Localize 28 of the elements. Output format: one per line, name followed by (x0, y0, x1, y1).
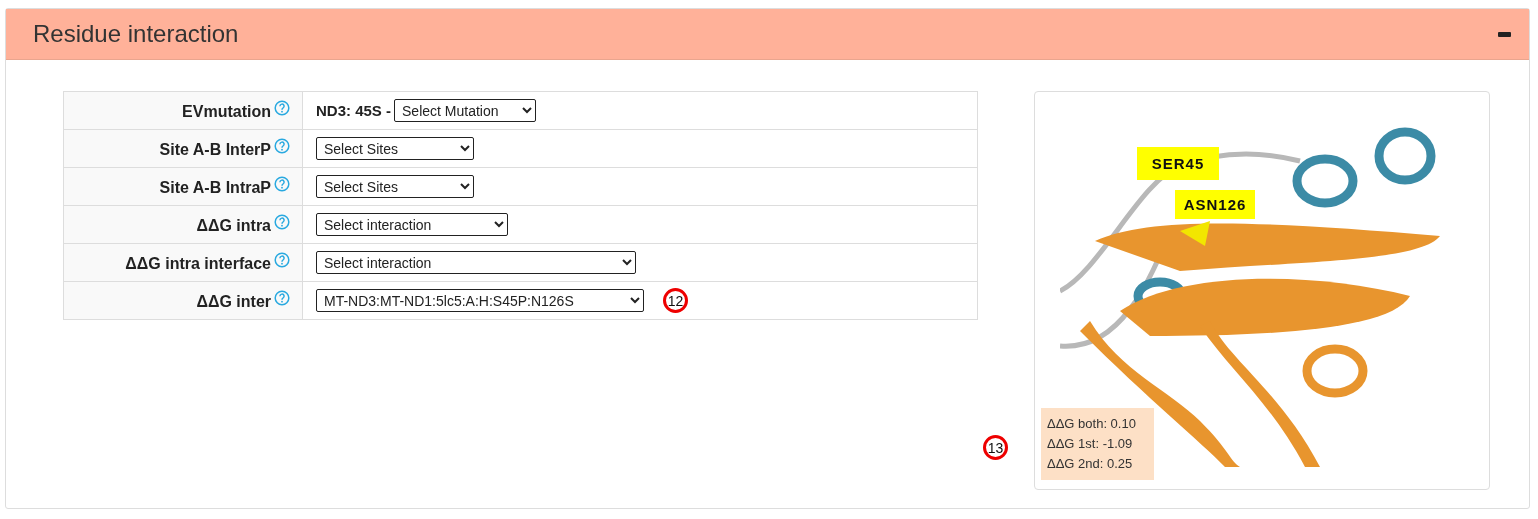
field-label: Site A-B InterP (159, 141, 271, 159)
help-icon[interactable] (274, 176, 290, 192)
help-icon[interactable] (274, 252, 290, 268)
field-label: Site A-B IntraP (159, 179, 271, 197)
stat-line: ΔΔG 1st: -1.09 (1047, 435, 1134, 453)
help-icon[interactable] (274, 100, 290, 116)
field-label: ΔΔG inter (196, 293, 271, 311)
field-label: ΔΔG intra interface (125, 255, 271, 273)
collapse-icon[interactable] (1498, 31, 1511, 37)
dropdown[interactable]: Select interaction (316, 251, 636, 274)
residue-label: ASN126 (1175, 190, 1255, 219)
dropdown[interactable]: MT-ND3:MT-ND1:5lc5:A:H:S45P:N126S (316, 289, 644, 312)
field-label: ΔΔG intra (196, 217, 271, 235)
dropdown[interactable]: Select Sites (316, 137, 474, 160)
number-marker: 13 (983, 435, 1008, 460)
help-icon[interactable] (274, 138, 290, 154)
help-icon[interactable] (274, 214, 290, 230)
dropdown[interactable]: Select Sites (316, 175, 474, 198)
residue-label: SER45 (1137, 147, 1219, 180)
panel-title: Residue interaction (33, 20, 239, 48)
dropdown[interactable]: Select interaction (316, 213, 508, 236)
stat-line: ΔΔG both: 0.10 (1047, 415, 1137, 433)
field-label: EVmutation (182, 103, 271, 121)
dropdown[interactable]: Select Mutation (394, 99, 537, 122)
stat-line: ΔΔG 2nd: 0.25 (1047, 455, 1134, 473)
help-icon[interactable] (274, 290, 290, 306)
mutation-label: ND3: 45S - (316, 102, 392, 119)
number-marker: 12 (663, 288, 688, 313)
